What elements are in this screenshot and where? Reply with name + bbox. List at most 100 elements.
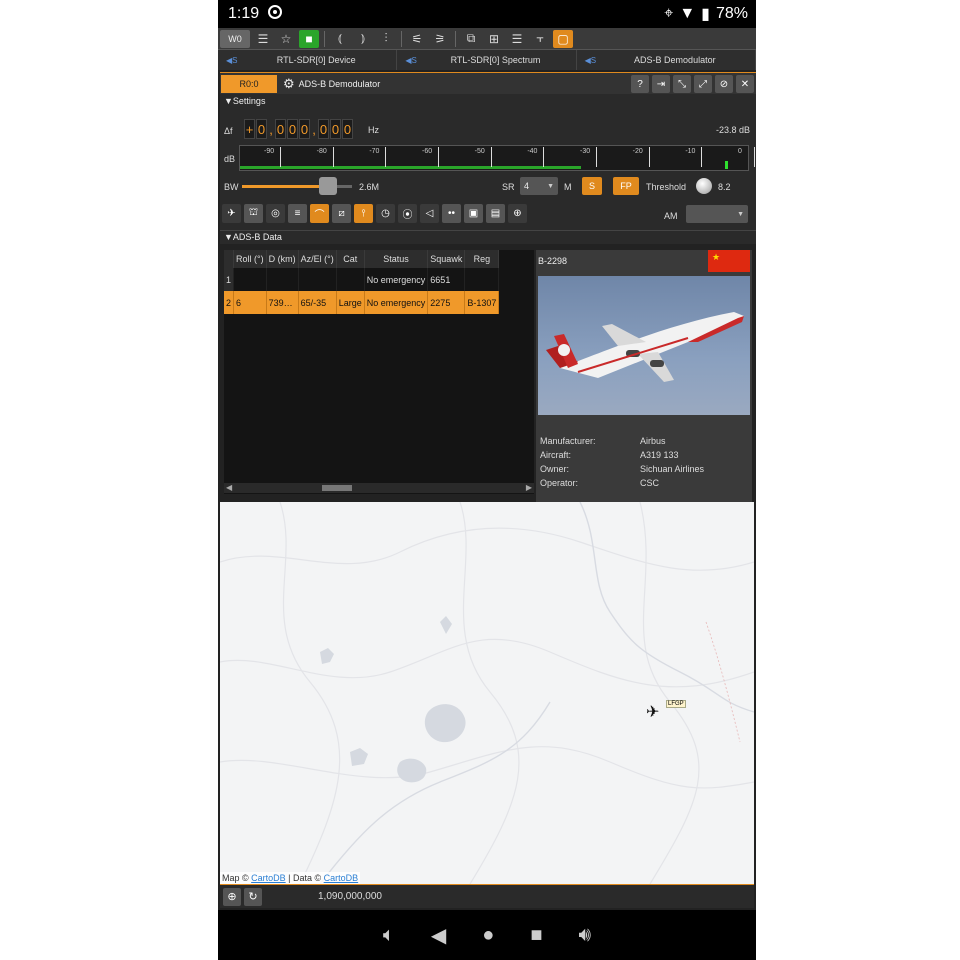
column-header[interactable]: Reg xyxy=(464,250,500,268)
save-icon[interactable]: ▣ xyxy=(464,204,483,223)
stack-icon[interactable]: ⫟ xyxy=(530,30,550,48)
column-header[interactable]: D (km) xyxy=(266,250,299,268)
table-row[interactable]: 1 No emergency 6651 xyxy=(224,268,500,291)
db-tick xyxy=(754,147,755,167)
menu-icon[interactable]: ☰ xyxy=(253,30,273,48)
scroll-thumb[interactable] xyxy=(322,485,352,491)
frequency-offset-input[interactable]: +0, 0 0 0, 0 0 0 xyxy=(244,119,353,139)
freq-digit[interactable]: 0 xyxy=(287,119,298,139)
cascade-icon[interactable]: ⧉ xyxy=(461,30,481,48)
freq-digit[interactable]: 0 xyxy=(256,119,267,139)
s-button[interactable]: S xyxy=(582,177,602,195)
refresh-icon[interactable]: ↻ xyxy=(244,887,262,906)
freq-digit[interactable]: + xyxy=(244,119,255,139)
rx-index-badge[interactable]: R0:0 xyxy=(221,74,277,93)
workspace-button[interactable]: W0 xyxy=(220,29,250,48)
battery-icon: ▮ xyxy=(701,6,710,23)
tower-icon[interactable]: ⫯ xyxy=(354,204,373,223)
column-header[interactable]: Az/El (°) xyxy=(298,250,337,268)
panel-header: R0:0 ⚙ ADS-B Demodulator ? ⇥ ⤡ ⤢ ⊘ ✕ xyxy=(220,72,756,94)
add-mimo-icon[interactable]: ⫶ xyxy=(376,30,396,48)
add-tx-icon[interactable]: ⦆ xyxy=(353,30,373,48)
column-header[interactable]: Cat xyxy=(336,250,365,268)
country-flag: ★ xyxy=(708,250,750,272)
freq-digit[interactable]: 0 xyxy=(330,119,341,139)
hide-icon[interactable]: ⊘ xyxy=(715,75,733,93)
recents-icon[interactable]: ■ xyxy=(530,924,542,947)
column-header[interactable]: Squawk xyxy=(427,250,466,268)
tab-bar: ◀S RTL-SDR[0] Device ◀S RTL-SDR[0] Spect… xyxy=(218,50,756,70)
feature-icon[interactable]: ⚟ xyxy=(407,30,427,48)
settings-section-header[interactable]: ▼Settings xyxy=(224,96,265,106)
threshold-dial[interactable] xyxy=(696,178,712,194)
db-tick xyxy=(438,147,439,167)
scroll-right-icon[interactable]: ▶ xyxy=(526,483,532,492)
rows-icon[interactable]: ☰ xyxy=(507,30,527,48)
column-header[interactable]: Roll (°) xyxy=(233,250,267,268)
signal-icon: ◀S xyxy=(226,55,238,65)
tab-demodulator[interactable]: ◀S ADS-B Demodulator xyxy=(577,50,756,70)
star-icon[interactable]: ☆ xyxy=(276,30,296,48)
adsb-section-header[interactable]: ▼ADS-B Data xyxy=(224,232,282,242)
table-cell: B-1307 xyxy=(464,291,500,314)
cartodb-link[interactable]: CartoDB xyxy=(251,873,286,883)
aircraft-icon[interactable]: ✈ xyxy=(222,204,241,223)
aircraft-marker-icon[interactable]: ✈ xyxy=(646,702,659,722)
map-view[interactable]: ✈ LFGP Map © CartoDB | Data © CartoDB xyxy=(220,502,754,884)
table-horizontal-scrollbar[interactable]: ◀ ▶ xyxy=(224,483,534,493)
am-select[interactable]: ▼ xyxy=(686,205,748,223)
db-tick xyxy=(280,147,281,167)
open-icon[interactable]: ▤ xyxy=(486,204,505,223)
tab-spectrum[interactable]: ◀S RTL-SDR[0] Spectrum xyxy=(397,50,577,70)
back-icon[interactable]: ◀ xyxy=(431,923,446,948)
gear-icon[interactable]: ⚙ xyxy=(283,76,295,92)
scroll-left-icon[interactable]: ◀ xyxy=(226,483,232,492)
airport-icon[interactable]: ⛫ xyxy=(244,204,263,223)
power-peak-marker xyxy=(725,161,728,169)
freq-digit[interactable]: 0 xyxy=(299,119,310,139)
dots-icon[interactable]: •• xyxy=(442,204,461,223)
move-to-workspace-icon[interactable]: ⇥ xyxy=(652,75,670,93)
crosshair-icon[interactable]: ⊕ xyxy=(508,204,527,223)
db-tick xyxy=(648,147,650,167)
maximize-icon[interactable]: ⤢ xyxy=(694,75,712,93)
freq-digit[interactable]: 0 xyxy=(342,119,353,139)
radar-icon[interactable]: ◎ xyxy=(266,204,285,223)
feature-alt-icon[interactable]: ⚞ xyxy=(430,30,450,48)
antenna-icon[interactable]: ⦿ xyxy=(398,204,417,223)
home-icon[interactable]: ● xyxy=(482,924,494,947)
am-label: AM xyxy=(664,211,678,221)
column-header[interactable]: Status xyxy=(364,250,429,268)
bandwidth-value: 2.6M xyxy=(359,182,380,192)
close-icon[interactable]: ✕ xyxy=(736,75,754,93)
clock-icon[interactable]: ◷ xyxy=(376,204,395,223)
db-tick xyxy=(543,147,545,167)
stop-icon[interactable]: ■ xyxy=(299,29,319,48)
fp-button[interactable]: FP xyxy=(613,177,639,195)
db-tick-label: -80 xyxy=(316,148,327,155)
bandwidth-slider[interactable] xyxy=(242,177,352,195)
freq-digit[interactable]: 0 xyxy=(318,119,329,139)
curve-icon[interactable]: ⌒ xyxy=(310,204,329,223)
table-row[interactable]: 2 6 739… 65/-35 Large No emergency 2275 B-1307 xyxy=(224,291,500,314)
cartodb-data-link[interactable]: CartoDB xyxy=(324,873,359,883)
info-row: Owner: Sichuan Airlines xyxy=(540,464,704,474)
volume-down-icon[interactable]: 🔈︎ xyxy=(383,924,395,947)
tab-device[interactable]: ◀S RTL-SDR[0] Device xyxy=(218,50,398,70)
window-icon[interactable]: ▢ xyxy=(553,29,573,48)
recenter-icon[interactable]: ⊕ xyxy=(223,887,241,906)
table-cell: 2275 xyxy=(427,291,466,314)
add-rx-icon[interactable]: ⦅ xyxy=(330,30,350,48)
freq-digit[interactable]: 0 xyxy=(275,119,286,139)
help-icon[interactable]: ? xyxy=(631,75,649,93)
chart-icon[interactable]: ⧄ xyxy=(332,204,351,223)
settings-panel: ▼Settings Δf +0, 0 0 0, 0 0 0 Hz -23.8 dB dB -… xyxy=(220,94,756,230)
speaker-icon[interactable]: ◁ xyxy=(420,204,439,223)
grid-icon[interactable]: ⊞ xyxy=(484,30,504,48)
shrink-icon[interactable]: ⤡ xyxy=(673,75,691,93)
aircraft-table[interactable]: Roll (°) D (km) Az/El (°) Cat Status Squawk Re… xyxy=(224,250,534,494)
list-icon[interactable]: ≡ xyxy=(288,204,307,223)
volume-up-icon[interactable]: 🔊︎ xyxy=(578,924,591,947)
bandwidth-slider-handle[interactable] xyxy=(319,177,337,195)
sample-rate-select[interactable]: 4 ▼ xyxy=(520,177,558,195)
